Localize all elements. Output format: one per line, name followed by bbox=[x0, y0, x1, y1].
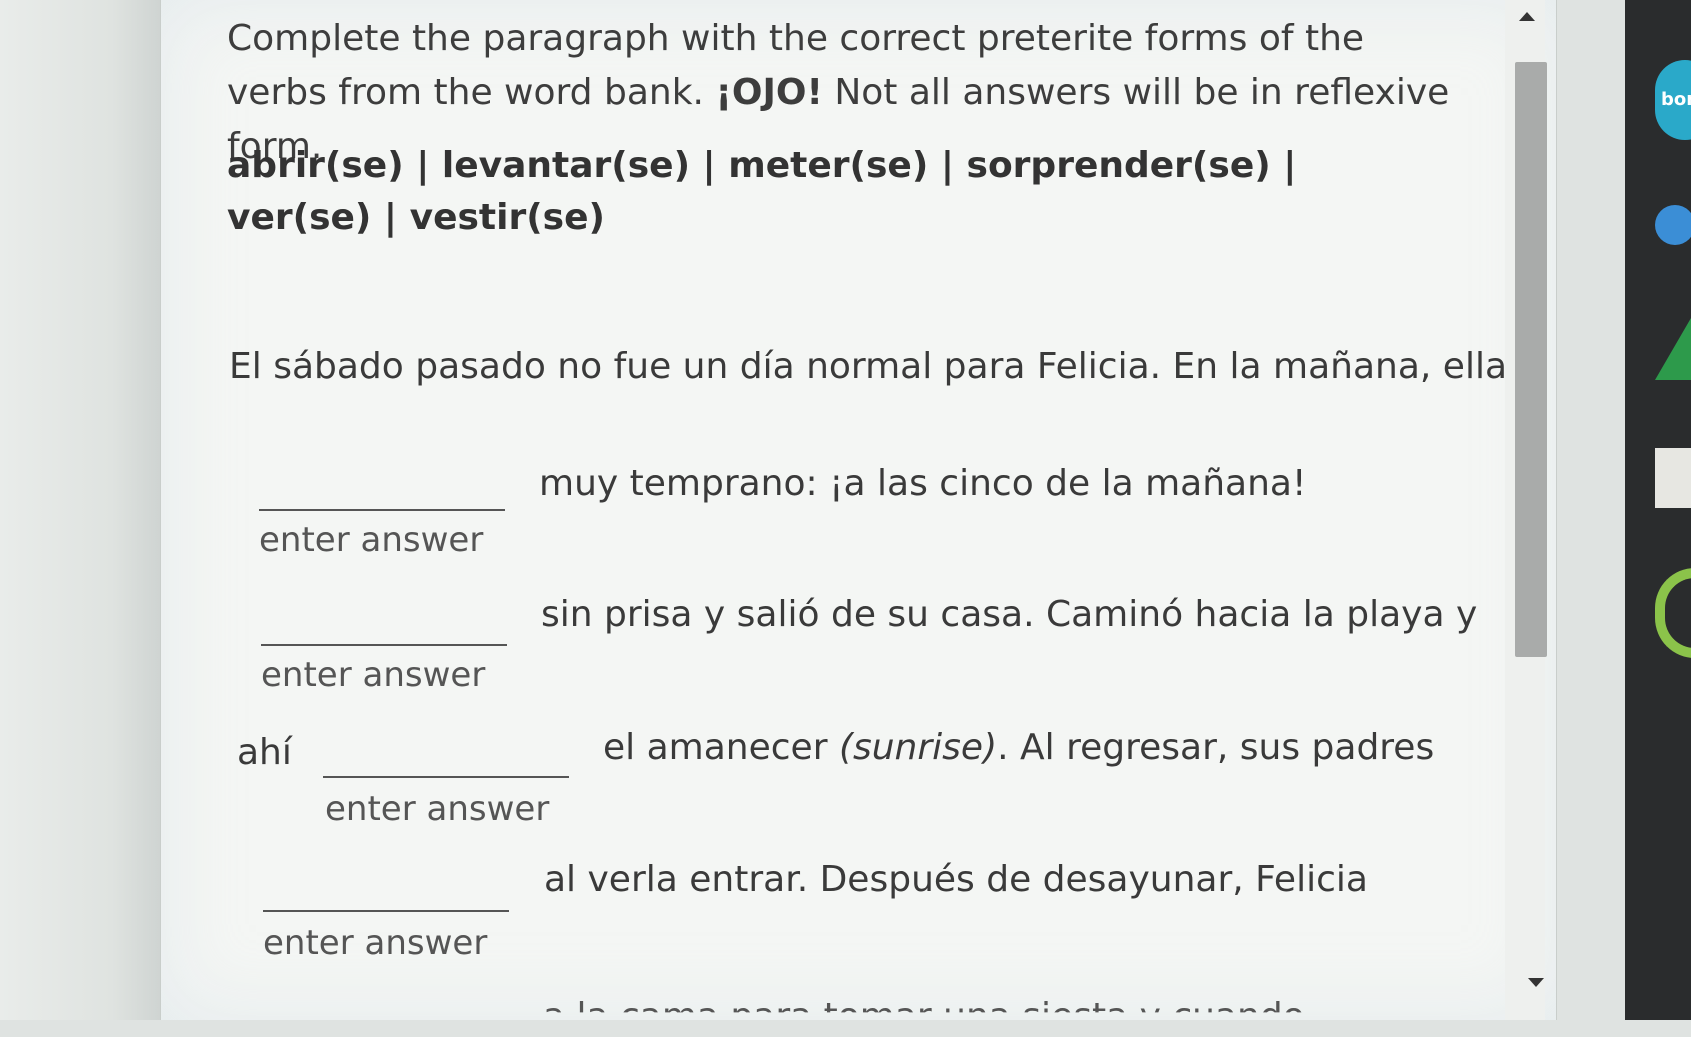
background-left bbox=[0, 0, 160, 1020]
paragraph-text-3a: el amanecer bbox=[603, 727, 839, 768]
paragraph-text-3: el amanecer (sunrise). Al regresar, sus … bbox=[603, 726, 1434, 770]
scroll-down-arrow-icon[interactable] bbox=[1528, 978, 1544, 987]
paragraph-text-sunrise: (sunrise) bbox=[838, 727, 998, 768]
taskbar-dock: bon bbox=[1625, 0, 1691, 1020]
paragraph-text-2: sin prisa y salió de su casa. Caminó hac… bbox=[541, 594, 1478, 635]
answer-blank-3[interactable] bbox=[323, 776, 569, 778]
cloud-icon[interactable] bbox=[1655, 205, 1691, 245]
app-ring-icon[interactable] bbox=[1655, 568, 1691, 658]
scroll-up-arrow-icon[interactable] bbox=[1519, 12, 1535, 21]
paragraph-text-4: al verla entrar. Después de desayunar, F… bbox=[544, 859, 1368, 900]
answer-blank-1[interactable] bbox=[259, 509, 505, 511]
paragraph-text-3b: . Al regresar, sus padres bbox=[997, 727, 1435, 768]
document-icon[interactable] bbox=[1655, 448, 1691, 508]
drive-icon[interactable] bbox=[1655, 318, 1691, 380]
answer-input-2[interactable]: enter answer bbox=[261, 655, 485, 695]
paragraph-intro: El sábado pasado no fue un día normal pa… bbox=[229, 346, 1508, 387]
app-icon-bon[interactable]: bon bbox=[1655, 60, 1691, 140]
question-panel: Complete the paragraph with the correct … bbox=[160, 0, 1557, 1020]
answer-blank-2[interactable] bbox=[261, 644, 507, 646]
word-bank: abrir(se) | levantar(se) | meter(se) | s… bbox=[227, 145, 1297, 238]
paragraph-text-ahi: ahí bbox=[237, 732, 292, 773]
answer-input-4[interactable]: enter answer bbox=[263, 923, 487, 963]
answer-blank-4[interactable] bbox=[263, 910, 509, 912]
scrollbar-thumb[interactable] bbox=[1515, 62, 1547, 657]
answer-input-1[interactable]: enter answer bbox=[259, 520, 483, 560]
ojo-label: ¡OJO! bbox=[715, 72, 823, 113]
paragraph-text-1: muy temprano: ¡a las cinco de la mañana! bbox=[539, 463, 1307, 504]
paragraph-text-cutoff: a la cama para tomar una siesta y cuando bbox=[543, 996, 1305, 1037]
answer-input-3[interactable]: enter answer bbox=[325, 789, 549, 829]
